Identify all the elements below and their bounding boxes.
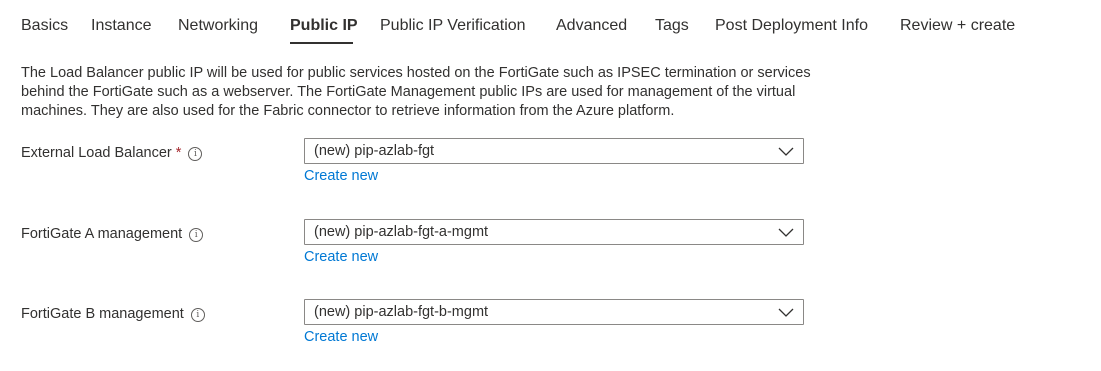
create-new-link[interactable]: Create new — [304, 167, 378, 185]
chevron-down-icon — [778, 147, 794, 156]
external-load-balancer-dropdown[interactable]: (new) pip-azlab-fgt — [304, 138, 804, 164]
tab-public-ip[interactable]: Public IP — [290, 16, 358, 36]
create-new-link[interactable]: Create new — [304, 328, 378, 346]
tab-networking[interactable]: Networking — [178, 16, 258, 36]
field-label-text: External Load Balancer — [21, 145, 172, 161]
tab-advanced[interactable]: Advanced — [556, 16, 627, 36]
tab-post-deployment-info[interactable]: Post Deployment Info — [715, 16, 868, 36]
field-label-fortigate-b-management: FortiGate B management i — [21, 305, 205, 323]
create-new-link[interactable]: Create new — [304, 248, 378, 266]
form-row-external-load-balancer: External Load Balancer * i (new) pip-azlab… — [0, 138, 1101, 198]
field-label-text: FortiGate A management — [21, 226, 183, 242]
dropdown-selected-value: (new) pip-azlab-fgt — [314, 143, 435, 159]
dropdown-selected-value: (new) pip-azlab-fgt-b-mgmt — [314, 304, 489, 320]
tab-public-ip-verification[interactable]: Public IP Verification — [380, 16, 526, 36]
tab-basics[interactable]: Basics — [21, 16, 68, 36]
info-icon[interactable]: i — [190, 308, 205, 322]
tab-tags[interactable]: Tags — [655, 16, 689, 36]
tab-instance[interactable]: Instance — [91, 16, 151, 36]
chevron-down-icon — [778, 308, 794, 317]
field-label-external-load-balancer: External Load Balancer * i — [21, 144, 203, 162]
active-tab-indicator — [290, 42, 353, 44]
tab-review-create[interactable]: Review + create — [900, 16, 1015, 36]
info-icon[interactable]: i — [188, 147, 203, 161]
dropdown-selected-value: (new) pip-azlab-fgt-a-mgmt — [314, 224, 489, 240]
field-label-fortigate-a-management: FortiGate A management i — [21, 225, 204, 243]
fortigate-a-management-dropdown[interactable]: (new) pip-azlab-fgt-a-mgmt — [304, 219, 804, 245]
fortigate-b-management-dropdown[interactable]: (new) pip-azlab-fgt-b-mgmt — [304, 299, 804, 325]
required-marker: * — [175, 145, 182, 161]
chevron-down-icon — [778, 228, 794, 237]
field-label-text: FortiGate B management — [21, 306, 184, 322]
wizard-tabs: Basics Instance Networking Public IP Pub… — [0, 0, 1101, 48]
info-icon[interactable]: i — [189, 228, 204, 242]
form-row-fortigate-a-management: FortiGate A management i (new) pip-azlab-… — [0, 219, 1101, 279]
form-row-fortigate-b-management: FortiGate B management i (new) pip-azlab-… — [0, 299, 1101, 359]
section-description: The Load Balancer public IP will be used… — [21, 65, 811, 119]
